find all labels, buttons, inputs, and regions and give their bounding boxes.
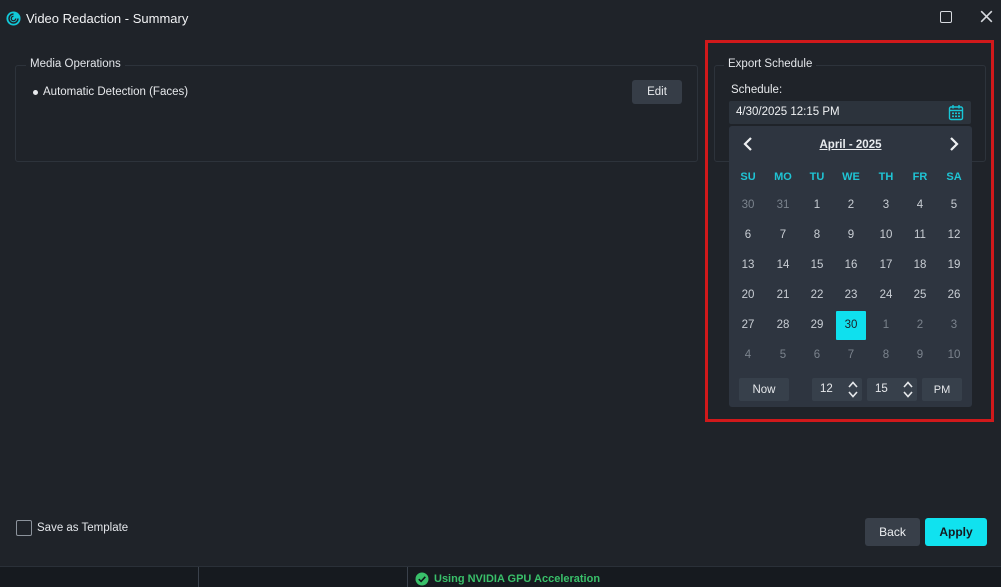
weekday-header: TH	[878, 171, 894, 183]
chevron-up-icon[interactable]	[847, 380, 859, 389]
chevron-up-icon[interactable]	[902, 380, 914, 389]
calendar-day[interactable]: 25	[905, 281, 935, 310]
calendar-day[interactable]: 23	[836, 281, 866, 310]
ampm-toggle[interactable]: PM	[922, 378, 962, 401]
calendar-day[interactable]: 3	[871, 191, 901, 220]
calendar-day[interactable]: 4	[905, 191, 935, 220]
calendar-day[interactable]: 12	[939, 221, 969, 250]
hour-stepper[interactable]: 12	[812, 378, 862, 401]
calendar-day[interactable]: 6	[802, 341, 832, 370]
calendar-day[interactable]: 15	[802, 251, 832, 280]
calendar-day[interactable]: 10	[939, 341, 969, 370]
calendar-day[interactable]: 17	[871, 251, 901, 280]
calendar-day[interactable]: 1	[871, 311, 901, 340]
close-icon[interactable]	[978, 8, 995, 25]
save-as-template-label[interactable]: Save as Template	[37, 522, 128, 534]
calendar-day[interactable]: 2	[905, 311, 935, 340]
media-operations-panel	[15, 65, 698, 162]
calendar-day[interactable]: 11	[905, 221, 935, 250]
chevron-right-icon[interactable]	[946, 136, 962, 152]
calendar-month-label[interactable]: April - 2025	[729, 139, 972, 151]
calendar-day[interactable]: 22	[802, 281, 832, 310]
status-text: Using NVIDIA GPU Acceleration	[434, 573, 601, 585]
calendar-day[interactable]: 30	[733, 191, 763, 220]
operation-item: Automatic Detection (Faces)	[33, 86, 188, 98]
calendar-day[interactable]: 24	[871, 281, 901, 310]
date-picker-popup: April - 2025 Now 12 15 PM SU MO TU WE TH FR SA…	[729, 126, 972, 407]
calendar-day[interactable]: 2	[836, 191, 866, 220]
calendar-day[interactable]: 7	[836, 341, 866, 370]
app-logo-icon	[6, 11, 21, 26]
calendar-day[interactable]: 6	[733, 221, 763, 250]
calendar-day[interactable]: 4	[733, 341, 763, 370]
calendar-day[interactable]: 5	[768, 341, 798, 370]
weekday-header: MO	[774, 171, 792, 183]
maximize-icon[interactable]	[940, 11, 952, 23]
calendar-day[interactable]: 8	[802, 221, 832, 250]
calendar-day[interactable]: 29	[802, 311, 832, 340]
calendar-day-selected[interactable]: 30	[836, 311, 866, 340]
save-as-template-checkbox[interactable]	[16, 520, 32, 536]
schedule-value: 4/30/2025 12:15 PM	[736, 106, 840, 118]
calendar-day[interactable]: 16	[836, 251, 866, 280]
calendar-day[interactable]: 1	[802, 191, 832, 220]
calendar-day[interactable]: 18	[905, 251, 935, 280]
calendar-day[interactable]: 9	[905, 341, 935, 370]
calendar-day[interactable]: 26	[939, 281, 969, 310]
operation-item-label: Automatic Detection (Faces)	[43, 86, 189, 98]
chevron-down-icon[interactable]	[902, 390, 914, 399]
title-bar: Video Redaction - Summary	[0, 0, 1001, 36]
minute-stepper[interactable]: 15	[867, 378, 917, 401]
status-bar: Using NVIDIA GPU Acceleration	[0, 566, 1001, 587]
calendar-day[interactable]: 7	[768, 221, 798, 250]
media-operations-heading: Media Operations	[26, 58, 125, 70]
weekday-header: WE	[842, 171, 860, 183]
calendar-day[interactable]: 19	[939, 251, 969, 280]
now-button[interactable]: Now	[739, 378, 789, 401]
chevron-down-icon[interactable]	[847, 390, 859, 399]
calendar-day[interactable]: 10	[871, 221, 901, 250]
back-button[interactable]: Back	[865, 518, 920, 546]
calendar-day[interactable]: 13	[733, 251, 763, 280]
schedule-label: Schedule:	[731, 84, 783, 96]
calendar-day[interactable]: 9	[836, 221, 866, 250]
calendar-day[interactable]: 5	[939, 191, 969, 220]
calendar-day[interactable]: 28	[768, 311, 798, 340]
status-divider	[198, 567, 199, 587]
calendar-day[interactable]: 27	[733, 311, 763, 340]
calendar-day[interactable]: 21	[768, 281, 798, 310]
calendar-day[interactable]: 20	[733, 281, 763, 310]
export-schedule-heading: Export Schedule	[724, 58, 817, 70]
calendar-day[interactable]: 14	[768, 251, 798, 280]
calendar-day[interactable]: 8	[871, 341, 901, 370]
weekday-header: FR	[912, 171, 928, 183]
minute-value: 15	[875, 383, 888, 395]
weekday-header: SA	[946, 171, 962, 183]
calendar-day[interactable]: 3	[939, 311, 969, 340]
schedule-input[interactable]: 4/30/2025 12:15 PM	[729, 101, 971, 124]
apply-button[interactable]: Apply	[925, 518, 987, 546]
calendar-icon[interactable]	[948, 104, 964, 121]
calendar-day[interactable]: 31	[768, 191, 798, 220]
check-circle-icon	[415, 572, 429, 586]
window-title: Video Redaction - Summary	[26, 11, 189, 26]
weekday-header: SU	[740, 171, 756, 183]
status-divider	[407, 567, 408, 587]
weekday-header: TU	[809, 171, 825, 183]
hour-value: 12	[820, 383, 833, 395]
edit-button[interactable]: Edit	[632, 80, 682, 104]
